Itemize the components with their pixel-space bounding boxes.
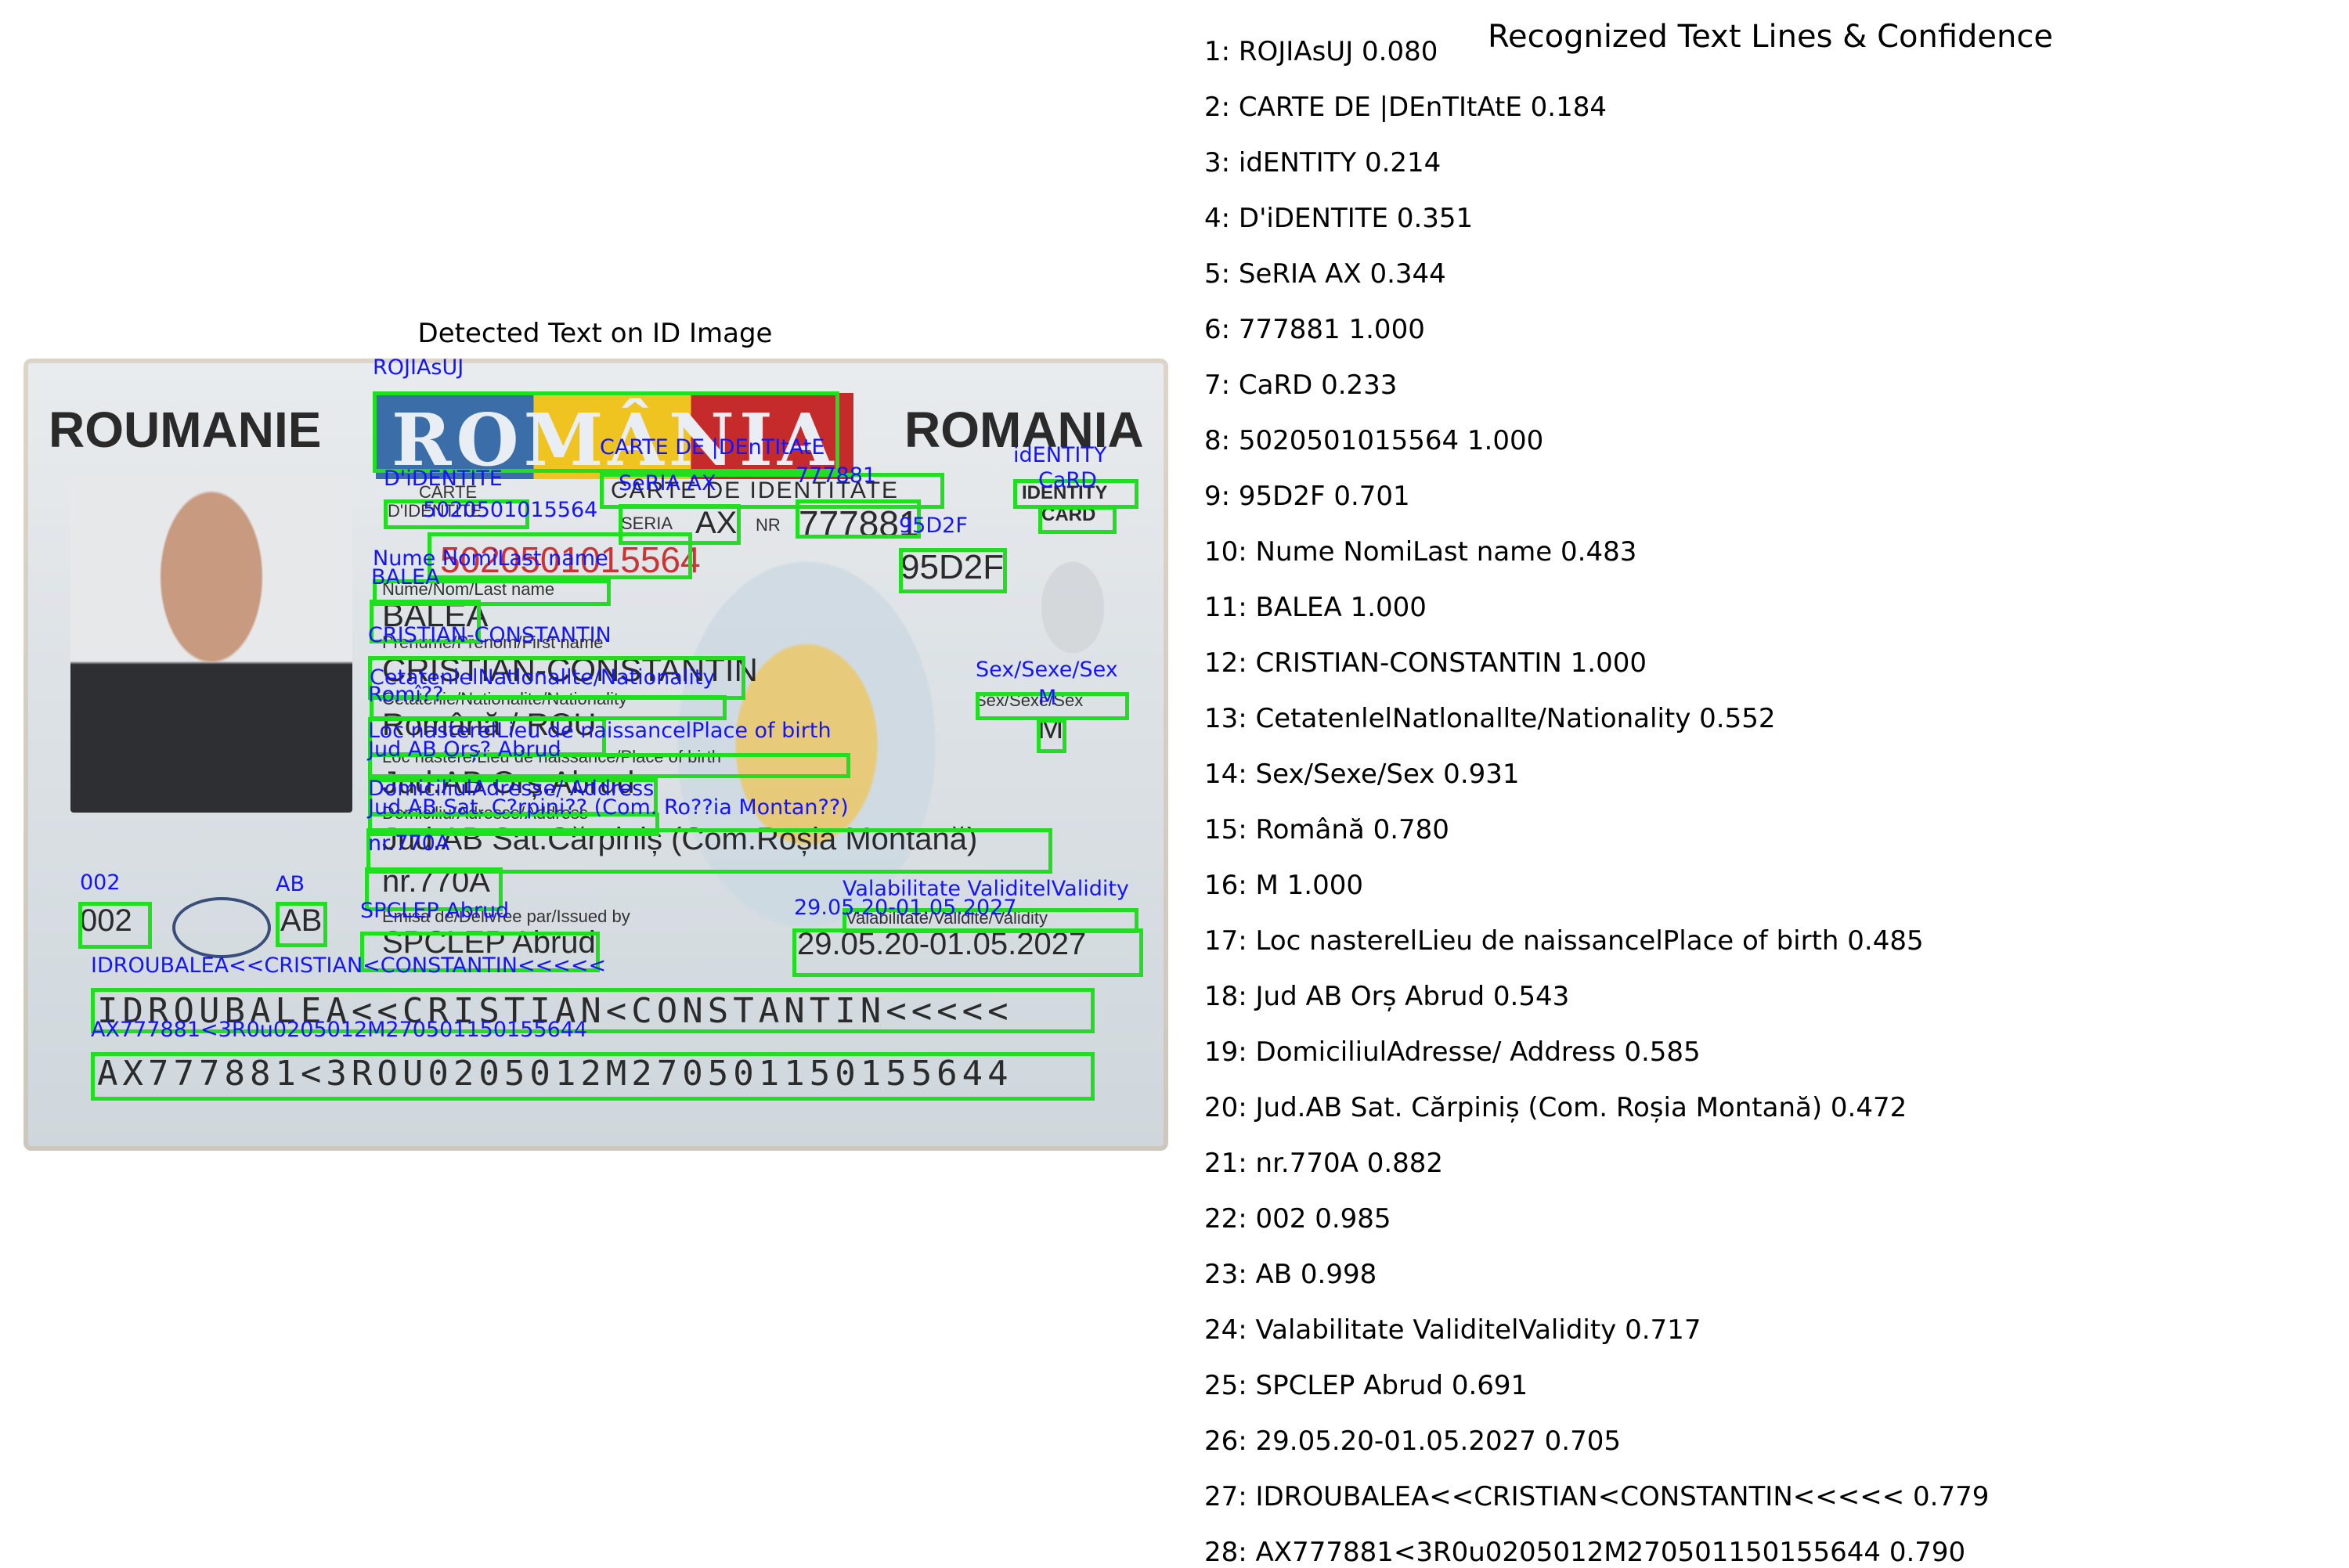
result-line: 13: CetatenlelNatlonallte/Nationality 0.…	[1204, 703, 1776, 734]
result-line: 4: D'iDENTITE 0.351	[1204, 203, 1474, 234]
result-line: 10: Nume NomiLast name 0.483	[1204, 536, 1637, 568]
detected-text-panel-title: Detected Text on ID Image	[417, 318, 773, 349]
detection-label-15: Romî??	[368, 683, 444, 707]
result-line: 7: CaRD 0.233	[1204, 369, 1398, 401]
detection-label-3: idENTITY	[1013, 443, 1107, 467]
result-line: 9: 95D2F 0.701	[1204, 481, 1410, 512]
detection-label-6: 777881	[796, 463, 877, 488]
detection-label-4: D'iDENTITE	[384, 467, 503, 491]
holder-photo	[70, 476, 352, 813]
result-line: 15: Română 0.780	[1204, 814, 1449, 845]
result-line: 12: CRISTIAN-CONSTANTIN 1.000	[1204, 647, 1647, 679]
detection-label-20: Jud.AB Sat. C?rpini?? (Com. Ro??ia Monta…	[368, 795, 849, 820]
result-line: 28: AX777881<3R0u0205012M270501150155644…	[1204, 1537, 1966, 1568]
result-line: 14: Sex/Sexe/Sex 0.931	[1204, 759, 1520, 790]
detection-label-22: 002	[80, 871, 121, 895]
results-title: Recognized Text Lines & Confidence	[1488, 19, 2053, 55]
result-line: 18: Jud AB Orș Abrud 0.543	[1204, 981, 1570, 1012]
result-line: 11: BALEA 1.000	[1204, 592, 1427, 623]
result-line: 8: 5020501015564 1.000	[1204, 425, 1544, 456]
detection-label-14: Sex/Sexe/Sex	[976, 658, 1118, 682]
detection-label-1: ROJIAsUJ	[373, 355, 464, 380]
result-line: 24: Valabilitate ValiditelValidity 0.717	[1204, 1314, 1701, 1346]
detection-label-25: SPCLEP Abrud	[360, 899, 510, 923]
result-line: 27: IDROUBALEA<<CRISTIAN<CONSTANTIN<<<<<…	[1204, 1481, 1990, 1512]
detection-label-8: 5020501015564	[423, 498, 598, 522]
detection-box-16	[1037, 719, 1066, 753]
result-line: 23: AB 0.998	[1204, 1259, 1377, 1290]
detection-label-23: AB	[276, 872, 305, 896]
detection-box-9	[899, 548, 1007, 593]
detection-label-9: 95D2F	[899, 514, 968, 538]
detection-box-23	[276, 902, 327, 947]
detection-label-2: CARTE DE |DEnTItAtE	[600, 435, 825, 460]
result-line: 19: DomiciliulAdresse/ Address 0.585	[1204, 1036, 1701, 1068]
detection-label-11: BALEA	[371, 565, 440, 589]
result-line: 20: Jud.AB Sat. Cărpiniș (Com. Roșia Mon…	[1204, 1092, 1907, 1123]
detection-box-26	[792, 928, 1143, 977]
detection-label-5: SeRIA AX	[619, 471, 716, 496]
detection-label-16: M	[1038, 686, 1057, 710]
result-line: 1: ROJIAsUJ 0.080	[1204, 36, 1438, 67]
result-line: 2: CARTE DE |DEnTItAtE 0.184	[1204, 92, 1607, 123]
detection-label-26: 29.05.20-01.05.2027	[794, 896, 1017, 920]
detection-label-12: CRISTIAN-CONSTANTIN	[368, 623, 612, 647]
detection-box-28	[91, 1052, 1095, 1101]
result-line: 6: 777881 1.000	[1204, 314, 1425, 345]
detection-label-28: AX777881<3R0u0205012M270501150155644	[91, 1018, 588, 1042]
detection-label-18: Jud AB Orș? Abrud	[368, 737, 561, 762]
detection-box-1	[373, 391, 839, 473]
detection-label-7: CaRD	[1038, 468, 1097, 492]
result-line: 25: SPCLEP Abrud 0.691	[1204, 1370, 1528, 1401]
detection-label-27: IDROUBALEA<<CRISTIAN<CONSTANTIN<<<<<	[91, 953, 607, 978]
result-line: 21: nr.770A 0.882	[1204, 1148, 1444, 1179]
detection-box-7	[1038, 506, 1117, 534]
result-line: 26: 29.05.20-01.05.2027 0.705	[1204, 1426, 1622, 1457]
detection-label-21: nr.770A	[368, 831, 450, 856]
card-roumanie: ROUMANIE	[49, 402, 322, 458]
result-line: 16: M 1.000	[1204, 870, 1364, 901]
result-line: 17: Loc nasterelLieu de naissancelPlace …	[1204, 925, 1924, 957]
result-line: 3: idENTITY 0.214	[1204, 147, 1442, 178]
result-line: 22: 002 0.985	[1204, 1203, 1391, 1235]
detection-box-22	[78, 902, 152, 949]
card-nr: NR	[756, 515, 781, 535]
signature-seal-icon	[172, 897, 271, 958]
result-line: 5: SeRIA AX 0.344	[1204, 258, 1446, 290]
